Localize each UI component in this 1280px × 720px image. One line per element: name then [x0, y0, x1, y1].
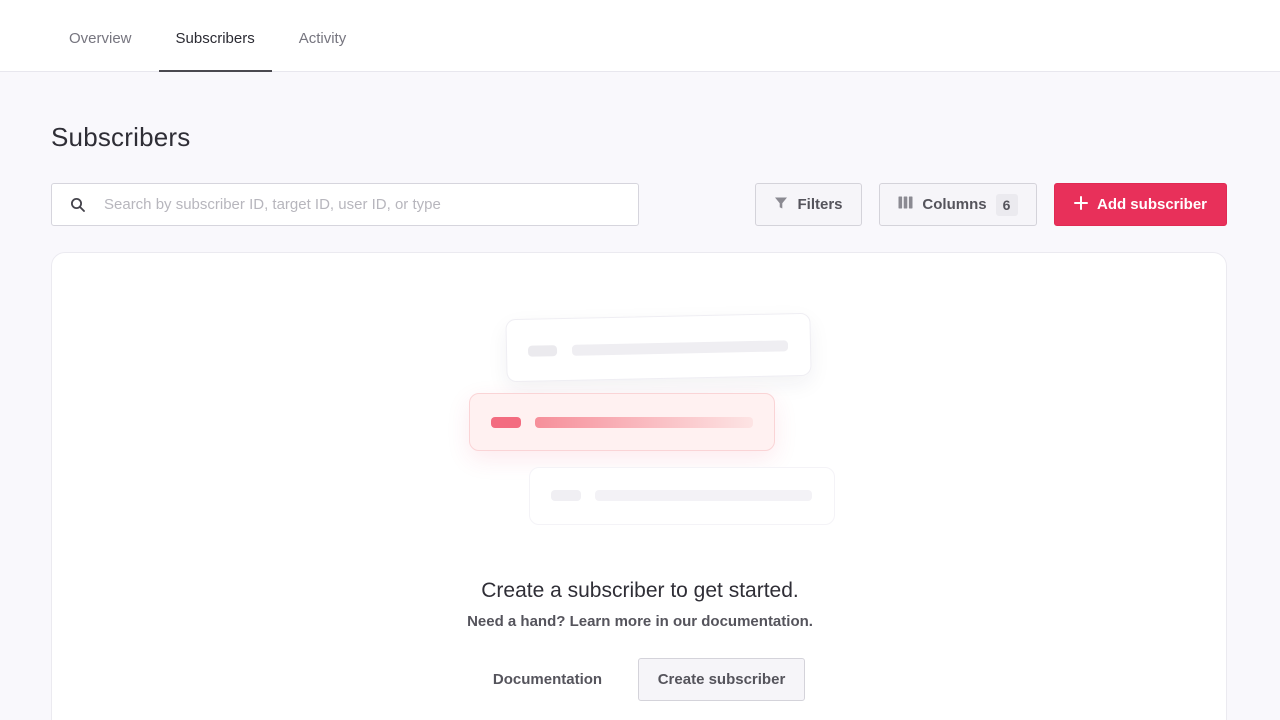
top-bar: Overview Subscribers Activity: [0, 0, 1280, 72]
add-subscriber-label: Add subscriber: [1096, 196, 1208, 213]
filters-label: Filters: [797, 196, 843, 213]
filters-button[interactable]: Filters: [755, 183, 862, 226]
add-subscriber-button[interactable]: Add subscriber: [1054, 183, 1227, 226]
columns-label: Columns: [922, 196, 987, 213]
empty-state-card: Create a subscriber to get started. Need…: [51, 252, 1227, 720]
empty-state-title: Create a subscriber to get started.: [481, 579, 799, 602]
search-box[interactable]: [51, 183, 639, 226]
tab-bar: Overview Subscribers Activity: [52, 0, 373, 72]
search-icon: [52, 197, 104, 213]
empty-state-illustration: [52, 253, 1228, 553]
tab-activity[interactable]: Activity: [282, 0, 364, 72]
columns-icon: [898, 196, 913, 213]
plus-icon: [1073, 195, 1088, 214]
empty-state-subtitle: Need a hand? Learn more in our documenta…: [467, 613, 813, 630]
page-title: Subscribers: [51, 122, 191, 152]
illustration-row-card-faded: [529, 467, 835, 525]
tab-overview[interactable]: Overview: [52, 0, 149, 72]
columns-button[interactable]: Columns 6: [879, 183, 1037, 226]
create-subscriber-button[interactable]: Create subscriber: [638, 658, 805, 701]
search-input[interactable]: [104, 184, 624, 225]
documentation-link[interactable]: Documentation: [480, 658, 615, 701]
illustration-row-card: [505, 312, 812, 383]
tab-subscribers[interactable]: Subscribers: [158, 0, 272, 72]
illustration-row-card-highlight: [469, 393, 775, 451]
filter-icon: [774, 196, 788, 214]
columns-count-badge: 6: [995, 193, 1018, 216]
